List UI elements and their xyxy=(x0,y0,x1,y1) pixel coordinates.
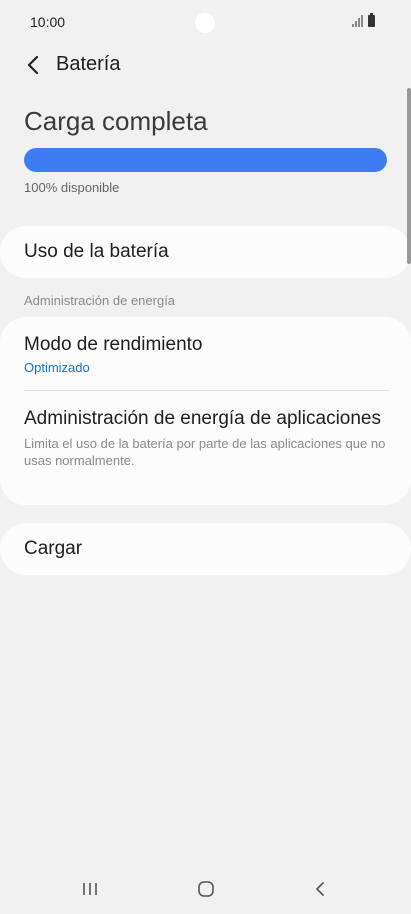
page-title: Batería xyxy=(56,53,121,75)
battery-icon xyxy=(368,13,375,27)
charge-card[interactable]: Cargar xyxy=(0,523,411,575)
battery-status-title: Carga completa xyxy=(24,106,208,136)
status-bar: 10:00 xyxy=(0,0,411,46)
status-icons xyxy=(352,13,375,27)
charge-item[interactable]: Cargar xyxy=(24,536,387,561)
power-management-card: Modo de rendimiento Optimizado Administr… xyxy=(0,317,411,505)
back-button[interactable] xyxy=(18,50,48,80)
back-icon xyxy=(316,882,324,896)
charge-label: Cargar xyxy=(24,538,83,559)
performance-mode-item[interactable]: Modo de rendimiento Optimizado xyxy=(24,332,387,375)
app-power-management-title: Administración de energía de aplicacione… xyxy=(24,408,381,429)
battery-level-fill xyxy=(24,148,387,172)
performance-mode-value: Optimizado xyxy=(24,360,90,375)
battery-level-bar xyxy=(24,148,387,172)
home-button[interactable] xyxy=(186,874,226,904)
signal-icon xyxy=(352,15,363,27)
battery-usage-item[interactable]: Uso de la batería xyxy=(24,239,387,264)
navigation-bar xyxy=(0,866,411,914)
recents-icon xyxy=(83,883,97,895)
status-time: 10:00 xyxy=(30,14,66,30)
front-camera xyxy=(195,13,215,33)
chevron-left-icon xyxy=(27,55,39,75)
scrollbar[interactable] xyxy=(407,88,411,264)
home-icon xyxy=(198,881,214,897)
recents-button[interactable] xyxy=(70,874,110,904)
divider xyxy=(24,390,389,391)
performance-mode-title: Modo de rendimiento xyxy=(24,334,203,355)
section-header-power: Administración de energía xyxy=(24,293,176,308)
battery-level-text: 100% disponible xyxy=(24,180,120,195)
app-power-management-description: Limita el uso de la batería por parte de… xyxy=(24,436,386,468)
nav-back-button[interactable] xyxy=(300,874,340,904)
app-header: Batería xyxy=(0,46,411,84)
battery-usage-card[interactable]: Uso de la batería xyxy=(0,226,411,278)
battery-usage-label: Uso de la batería xyxy=(24,241,169,262)
app-power-management-item[interactable]: Administración de energía de aplicacione… xyxy=(24,406,387,469)
